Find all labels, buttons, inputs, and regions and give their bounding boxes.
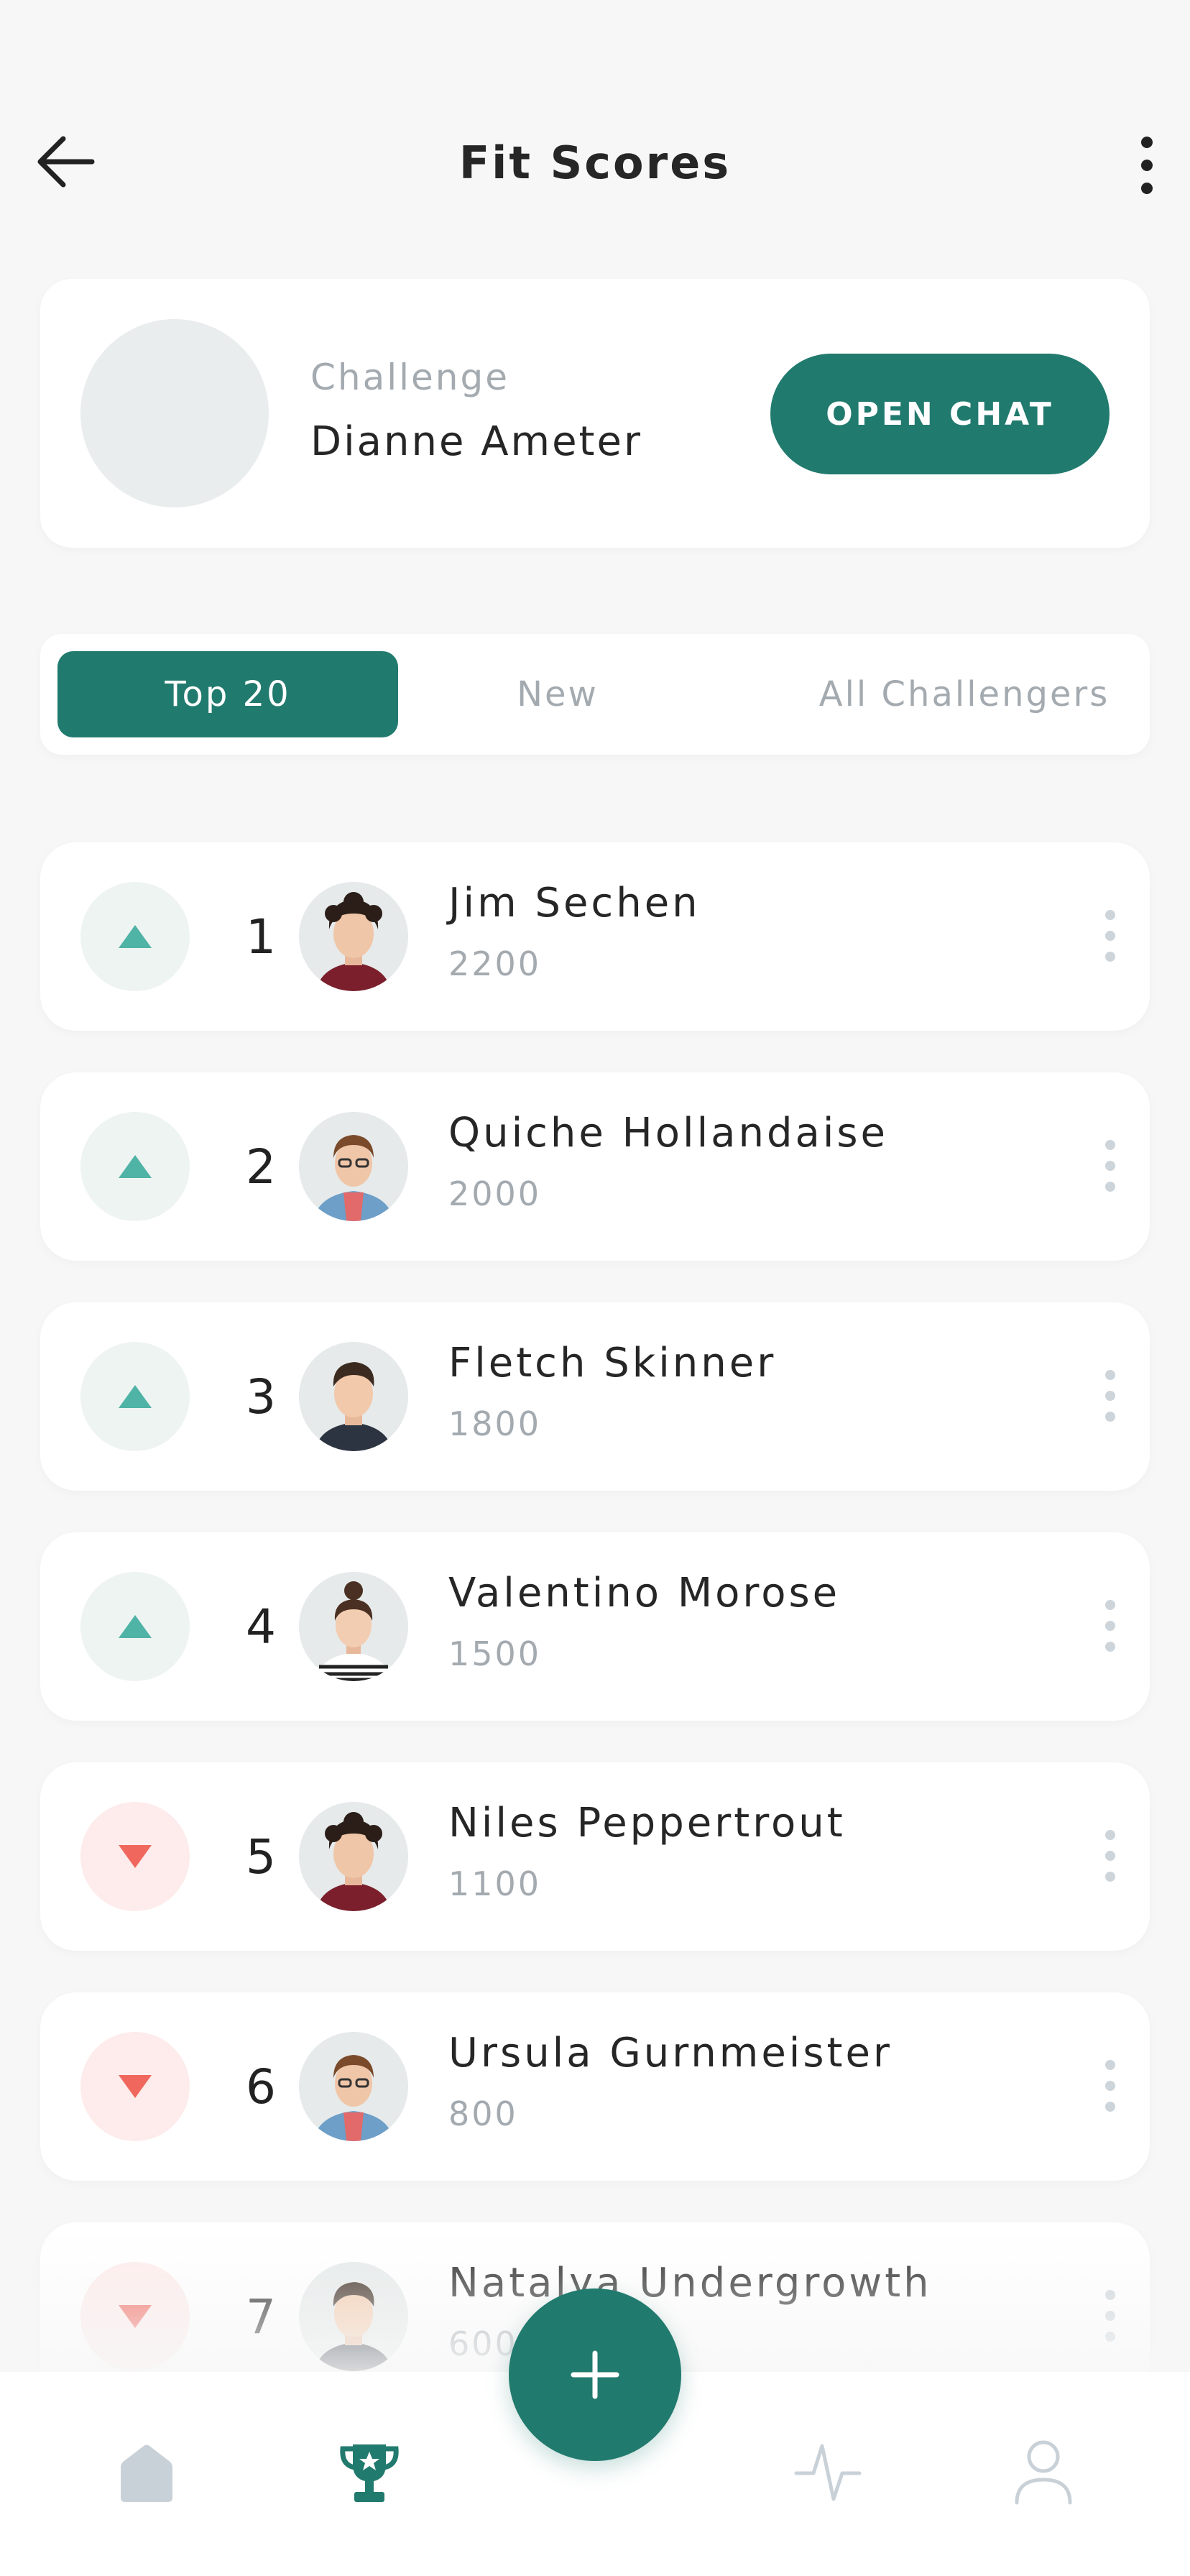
challenge-label: Challenge <box>310 356 509 398</box>
trophy-icon <box>340 2444 399 2502</box>
more-vertical-icon <box>1105 910 1115 962</box>
plus-icon <box>571 2350 619 2399</box>
filter-tabs: Top 20 New All Challengers <box>40 634 1150 755</box>
triangle-down-icon <box>119 2075 152 2098</box>
row-more-button[interactable] <box>1092 1820 1128 1892</box>
profile-icon <box>1015 2440 1072 2505</box>
leaderboard-row[interactable]: 3 Fletch Skinner 1800 <box>40 1302 1150 1491</box>
add-button[interactable] <box>509 2288 681 2461</box>
leaderboard-row[interactable]: 2 Quiche Hollandaise 2000 <box>40 1072 1150 1261</box>
triangle-down-icon <box>119 1845 152 1868</box>
player-name: Jim Sechen <box>448 880 701 926</box>
avatar <box>299 1572 408 1681</box>
leaderboard-row[interactable]: 4 Valentino Morose 1500 <box>40 1532 1150 1721</box>
player-name: Valentino Morose <box>448 1570 841 1616</box>
player-name: Niles Peppertrout <box>448 1800 846 1846</box>
player-name: Ursula Gurnmeister <box>448 2030 892 2076</box>
rank-number: 3 <box>246 1368 276 1425</box>
rank-number: 2 <box>246 1138 276 1195</box>
more-vertical-icon <box>1105 1140 1115 1192</box>
trend-up-indicator <box>80 882 190 991</box>
rank-number: 6 <box>246 2058 276 2115</box>
row-more-button[interactable] <box>1092 2280 1128 2352</box>
player-score: 1500 <box>448 1634 542 1673</box>
triangle-up-icon <box>119 1615 152 1638</box>
more-vertical-icon <box>1105 1600 1115 1652</box>
avatar <box>299 1802 408 1911</box>
leaderboard-row[interactable]: 1 Jim Sechen 2200 <box>40 842 1150 1031</box>
activity-icon <box>794 2444 862 2501</box>
challenger-avatar <box>80 319 269 507</box>
app-header: Fit Scores <box>0 0 1190 244</box>
avatar <box>299 1342 408 1451</box>
tab-new[interactable]: New <box>443 651 673 737</box>
triangle-up-icon <box>119 1155 152 1178</box>
nav-leaderboard[interactable] <box>319 2422 420 2523</box>
challenge-card: Challenge Dianne Ameter OPEN CHAT <box>40 279 1150 548</box>
triangle-up-icon <box>119 1385 152 1408</box>
more-options-button[interactable] <box>1118 129 1176 201</box>
trend-down-indicator <box>80 2262 190 2371</box>
player-score: 800 <box>448 2094 518 2133</box>
trend-up-indicator <box>80 1342 190 1451</box>
home-icon <box>121 2444 172 2502</box>
player-name: Quiche Hollandaise <box>448 1110 889 1156</box>
player-score: 2000 <box>448 1174 542 1213</box>
player-score: 600 <box>448 2324 518 2363</box>
avatar <box>299 1112 408 1221</box>
player-score: 1100 <box>448 1864 542 1903</box>
avatar <box>299 882 408 991</box>
tab-all-challengers[interactable]: All Challengers <box>799 651 1130 737</box>
more-vertical-icon <box>1141 137 1153 194</box>
more-vertical-icon <box>1105 1370 1115 1422</box>
leaderboard-row[interactable]: 5 Niles Peppertrout 1100 <box>40 1762 1150 1951</box>
row-more-button[interactable] <box>1092 1130 1128 1202</box>
player-score: 2200 <box>448 944 542 983</box>
more-vertical-icon <box>1105 2290 1115 2342</box>
row-more-button[interactable] <box>1092 1360 1128 1432</box>
player-score: 1800 <box>448 1404 542 1443</box>
nav-home[interactable] <box>96 2422 197 2523</box>
avatar <box>299 2262 408 2371</box>
triangle-up-icon <box>119 925 152 948</box>
trend-down-indicator <box>80 2032 190 2141</box>
leaderboard-row[interactable]: 6 Ursula Gurnmeister 800 <box>40 1992 1150 2181</box>
trend-up-indicator <box>80 1112 190 1221</box>
player-name: Fletch Skinner <box>448 1340 777 1386</box>
row-more-button[interactable] <box>1092 900 1128 972</box>
rank-number: 4 <box>246 1598 276 1655</box>
nav-profile[interactable] <box>993 2422 1094 2523</box>
more-vertical-icon <box>1105 2060 1115 2112</box>
rank-number: 1 <box>246 908 276 965</box>
nav-activity[interactable] <box>778 2422 878 2523</box>
triangle-down-icon <box>119 2305 152 2328</box>
rank-number: 5 <box>246 1828 276 1885</box>
tab-top-20[interactable]: Top 20 <box>57 651 398 737</box>
trend-up-indicator <box>80 1572 190 1681</box>
challenger-name: Dianne Ameter <box>310 418 642 465</box>
page-title: Fit Scores <box>458 137 732 189</box>
more-vertical-icon <box>1105 1830 1115 1882</box>
row-more-button[interactable] <box>1092 2050 1128 2122</box>
open-chat-button[interactable]: OPEN CHAT <box>770 354 1110 474</box>
avatar <box>299 2032 408 2141</box>
player-name: Natalya Undergrowth <box>448 2260 932 2306</box>
trend-down-indicator <box>80 1802 190 1911</box>
row-more-button[interactable] <box>1092 1590 1128 1662</box>
